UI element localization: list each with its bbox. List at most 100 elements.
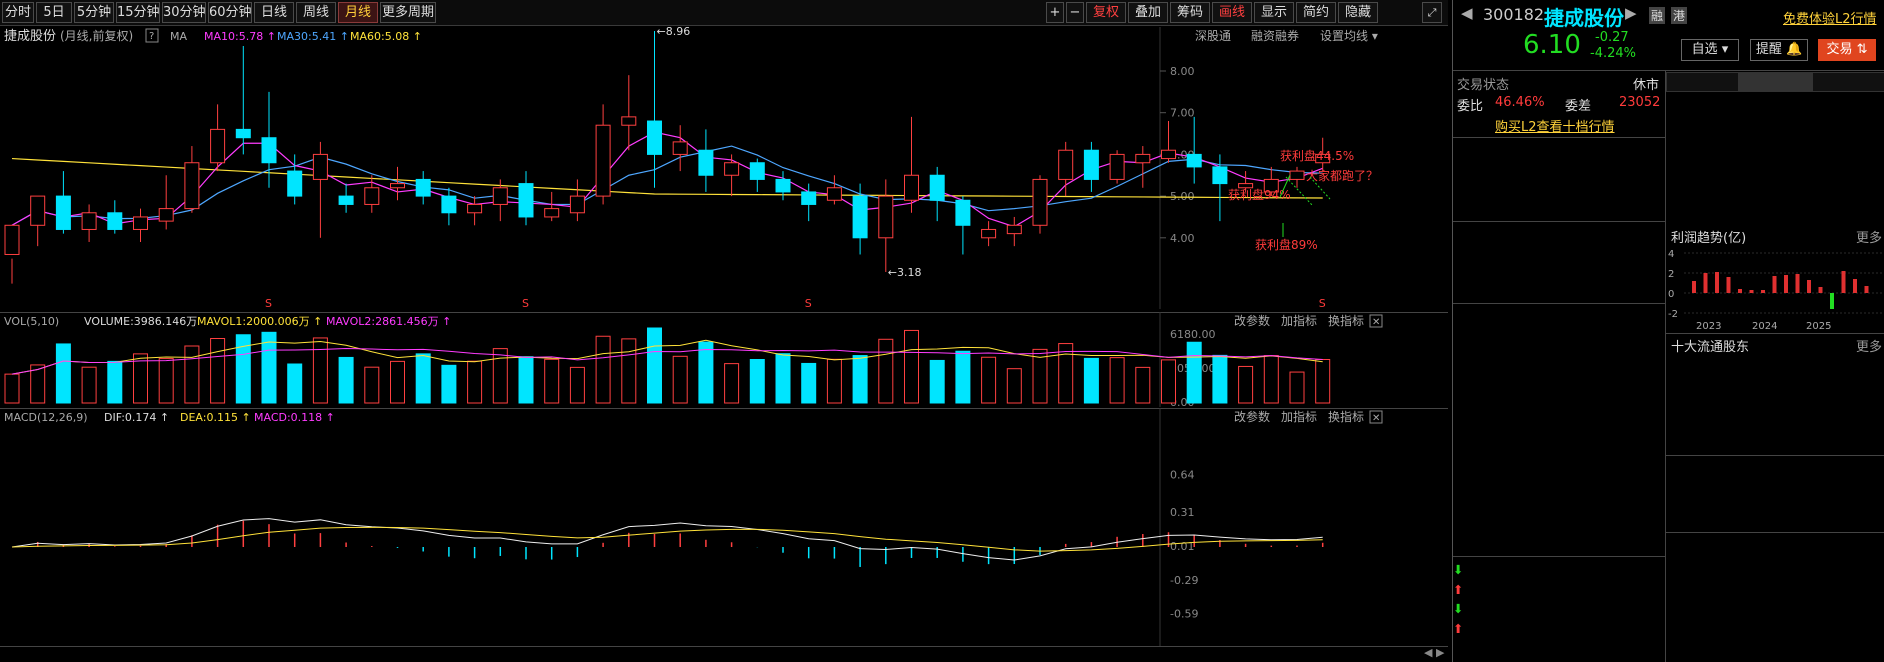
- volume-bar[interactable]: [1109, 357, 1125, 404]
- next-arrow-icon[interactable]: ▶: [1625, 4, 1637, 22]
- holders-more-link[interactable]: 更多: [1856, 336, 1882, 355]
- candle-body[interactable]: [492, 187, 508, 205]
- volume-bar[interactable]: [81, 366, 97, 404]
- alert-button[interactable]: 提醒 🔔: [1750, 39, 1808, 61]
- candle-body[interactable]: [749, 162, 765, 180]
- period-tab-6[interactable]: 日线: [254, 2, 294, 23]
- period-tab-5[interactable]: 60分钟: [208, 2, 252, 23]
- volume-bar[interactable]: [724, 363, 740, 404]
- volume-bar[interactable]: [544, 358, 560, 404]
- fullscreen-icon[interactable]: ⤢: [1422, 2, 1442, 23]
- volume-bar[interactable]: [595, 335, 611, 404]
- candle-body[interactable]: [364, 187, 380, 205]
- volume-bar[interactable]: [698, 341, 714, 404]
- candle-body[interactable]: [338, 195, 354, 205]
- candle-body[interactable]: [724, 162, 740, 176]
- volume-bar[interactable]: [1263, 355, 1279, 404]
- volume-bar[interactable]: [955, 350, 971, 404]
- watchlist-button[interactable]: 自选 ▾: [1681, 39, 1739, 61]
- macd-btn-1[interactable]: 加指标: [1281, 409, 1317, 424]
- candle-body[interactable]: [261, 137, 277, 164]
- header-link-0[interactable]: 深股通: [1195, 29, 1231, 43]
- info-tab-0[interactable]: [1666, 72, 1739, 92]
- volume-bar[interactable]: [1212, 354, 1228, 404]
- volume-bar[interactable]: [569, 366, 585, 404]
- candle-body[interactable]: [904, 174, 919, 201]
- period-tab-9[interactable]: 更多周期: [380, 2, 436, 23]
- scroll-arrows-icon[interactable]: ◀ ▶: [1424, 646, 1444, 659]
- toolbar-btn-4[interactable]: 筹码: [1170, 2, 1210, 23]
- volume-bar[interactable]: [287, 363, 303, 404]
- candle-body[interactable]: [569, 195, 585, 214]
- l2-tenlevel-link[interactable]: 购买L2查看十档行情: [1495, 116, 1615, 135]
- volume-bar[interactable]: [415, 353, 431, 404]
- period-tab-4[interactable]: 30分钟: [162, 2, 206, 23]
- volume-bar[interactable]: [904, 329, 919, 404]
- period-tab-7[interactable]: 周线: [296, 2, 336, 23]
- volume-bar[interactable]: [312, 337, 328, 404]
- candle-body[interactable]: [133, 216, 148, 230]
- volume-bar[interactable]: [749, 359, 765, 404]
- candle-body[interactable]: [621, 116, 637, 126]
- candle-body[interactable]: [544, 208, 560, 218]
- volume-bar[interactable]: [55, 343, 71, 404]
- candle-body[interactable]: [1135, 153, 1151, 164]
- volume-bar[interactable]: [801, 362, 817, 404]
- toolbar-btn-3[interactable]: 叠加: [1128, 2, 1168, 23]
- period-tab-1[interactable]: 5日: [36, 2, 72, 23]
- candle-body[interactable]: [312, 153, 328, 180]
- volume-bar[interactable]: [1006, 368, 1022, 404]
- candle-body[interactable]: [775, 178, 791, 193]
- candle-body[interactable]: [287, 170, 303, 197]
- volume-bar[interactable]: [4, 373, 20, 404]
- price-chart[interactable]: 捷成股份 (月线,前复权)? MA MA10:5.78 ↑ MA30:5.41 ↑ MA6…: [0, 27, 1448, 309]
- candle-body[interactable]: [698, 149, 714, 176]
- candle-body[interactable]: [210, 128, 226, 164]
- candle-body[interactable]: [672, 141, 688, 155]
- volume-bar[interactable]: [1161, 359, 1176, 404]
- toolbar-btn-5[interactable]: 画线: [1212, 2, 1252, 23]
- volume-bar[interactable]: [364, 366, 380, 404]
- candle-body[interactable]: [1109, 153, 1125, 180]
- candle-body[interactable]: [184, 162, 200, 210]
- candle-body[interactable]: [441, 195, 457, 214]
- info-tab-2[interactable]: [1812, 72, 1884, 92]
- candle-body[interactable]: [390, 183, 405, 189]
- candle-body[interactable]: [1212, 166, 1228, 185]
- volume-bar[interactable]: [672, 355, 688, 404]
- toolbar-btn-1[interactable]: −: [1066, 2, 1084, 23]
- candle-body[interactable]: [826, 187, 842, 201]
- candle-body[interactable]: [235, 128, 251, 139]
- toolbar-btn-6[interactable]: 显示: [1254, 2, 1294, 23]
- toolbar-btn-7[interactable]: 简约: [1296, 2, 1336, 23]
- period-tab-2[interactable]: 5分钟: [74, 2, 114, 23]
- candle-body[interactable]: [981, 228, 997, 239]
- period-tab-8[interactable]: 月线: [338, 2, 378, 23]
- volume-bar[interactable]: [1083, 357, 1099, 404]
- candle-body[interactable]: [1032, 178, 1048, 226]
- candle-body[interactable]: [1058, 149, 1074, 180]
- volume-bar[interactable]: [826, 358, 842, 404]
- trade-button[interactable]: 交易 ⇅: [1818, 39, 1876, 61]
- macd-btn-0[interactable]: 改参数: [1234, 409, 1270, 424]
- l2-promo-link[interactable]: 免费体验L2行情: [1783, 8, 1877, 27]
- volume-bar[interactable]: [492, 348, 508, 404]
- toolbar-btn-0[interactable]: +: [1046, 2, 1064, 23]
- candle-body[interactable]: [4, 224, 20, 255]
- toolbar-btn-2[interactable]: 复权: [1086, 2, 1126, 23]
- candle-body[interactable]: [595, 124, 611, 197]
- candle-body[interactable]: [647, 120, 662, 155]
- candle-body[interactable]: [878, 195, 894, 239]
- volume-bar[interactable]: [338, 356, 354, 404]
- candle-body[interactable]: [852, 195, 868, 239]
- volume-bar[interactable]: [929, 359, 945, 404]
- candle-body[interactable]: [955, 199, 971, 226]
- candle-body[interactable]: [801, 191, 817, 205]
- info-tab-1[interactable]: [1739, 72, 1812, 92]
- volume-bar[interactable]: [1135, 366, 1151, 404]
- volume-bar[interactable]: [107, 360, 123, 404]
- volume-bar[interactable]: [852, 355, 868, 404]
- candle-body[interactable]: [467, 203, 483, 214]
- volume-bar[interactable]: [981, 356, 997, 404]
- macd-chart[interactable]: MACD(12,26,9) DIF:0.174 ↑ DEA:0.115 ↑ MACD:…: [0, 408, 1448, 646]
